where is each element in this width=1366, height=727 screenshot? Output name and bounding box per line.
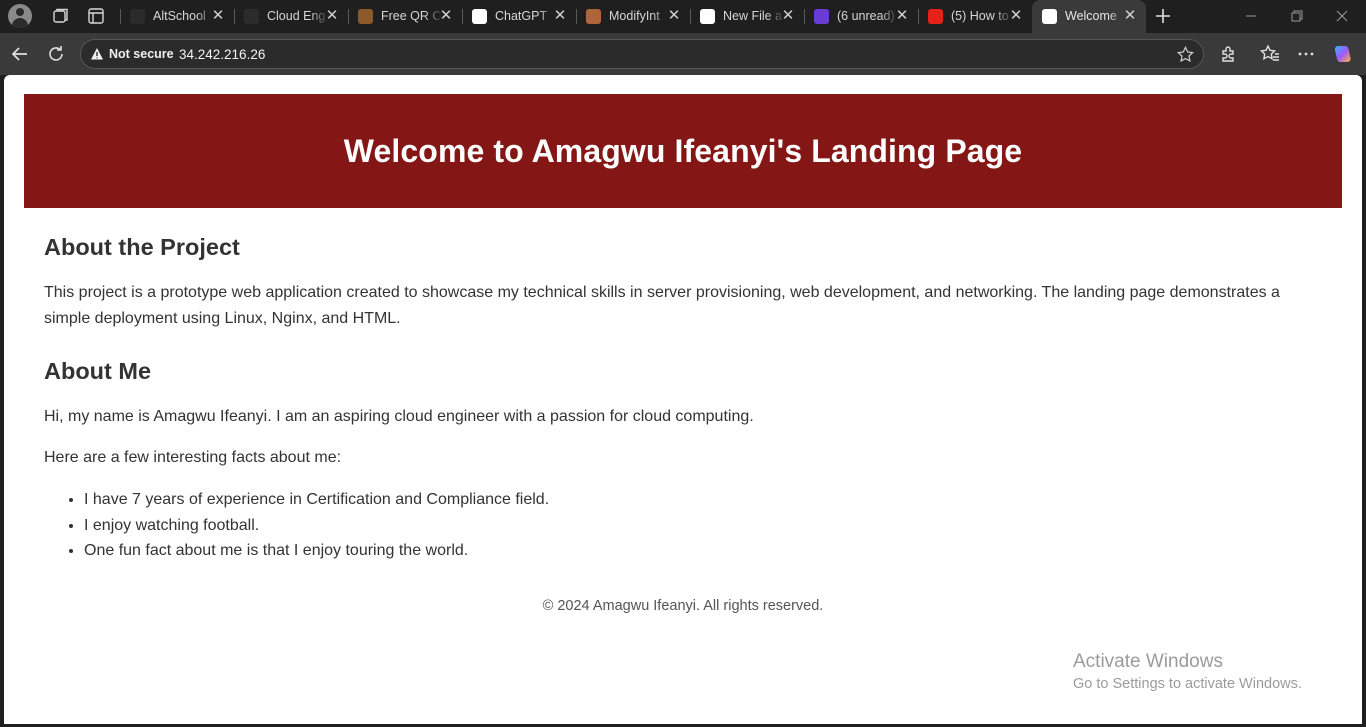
browser-tab[interactable]: Welcome ✕ [1032, 0, 1146, 33]
list-item: I enjoy watching football. [84, 513, 1322, 539]
tab-separator [918, 9, 919, 24]
browser-tab[interactable]: ChatGPT ✕ [462, 0, 576, 33]
browser-tab[interactable]: ModifyInt ✕ [576, 0, 690, 33]
tab-title: ChatGPT [495, 9, 548, 23]
favorite-star-icon[interactable] [1176, 45, 1195, 64]
tab-separator [804, 9, 805, 24]
more-menu-icon[interactable] [1295, 43, 1317, 65]
tab-close-icon[interactable]: ✕ [1008, 8, 1024, 24]
tab-title: Free QR C [381, 9, 442, 23]
workspaces-icon[interactable] [49, 5, 71, 27]
warning-triangle-icon [91, 48, 103, 60]
tab-separator [690, 9, 691, 24]
facts-list: I have 7 years of experience in Certific… [44, 487, 1322, 564]
tab-title: ModifyInt [609, 9, 660, 23]
page-viewport: Welcome to Amagwu Ifeanyi's Landing Page… [4, 75, 1362, 724]
url-text[interactable]: 34.242.216.26 [179, 47, 265, 62]
github-icon [700, 9, 715, 24]
browser-tab[interactable]: (6 unread) ✕ [804, 0, 918, 33]
tab-separator [576, 9, 577, 24]
main-content: About the Project This project is a prot… [44, 231, 1322, 564]
watermark-line-2: Go to Settings to activate Windows. [1073, 676, 1302, 692]
youtube-icon [928, 9, 943, 24]
tab-close-icon[interactable]: ✕ [1122, 8, 1138, 24]
project-heading: About the Project [44, 234, 240, 260]
tab-title: Cloud Eng [267, 9, 326, 23]
close-window-icon[interactable] [1332, 6, 1352, 26]
copilot-icon[interactable] [1332, 43, 1354, 65]
page-title: Welcome to Amagwu Ifeanyi's Landing Page [343, 132, 1023, 169]
browser-tab[interactable]: AltSchool ✕ [120, 0, 234, 33]
browser-tab[interactable]: New File a ✕ [690, 0, 804, 33]
tab-separator [462, 9, 463, 24]
tab-separator [234, 9, 235, 24]
list-item: One fun fact about me is that I enjoy to… [84, 538, 1322, 564]
qr-icon [358, 9, 373, 24]
tab-close-icon[interactable]: ✕ [552, 8, 568, 24]
navigation-bar: Not secure 34.242.216.26 [0, 33, 1366, 75]
project-description: This project is a prototype web applicat… [44, 284, 1280, 327]
altschool-icon [130, 9, 145, 24]
about-me-intro: Hi, my name is Amagwu Ifeanyi. I am an a… [44, 408, 754, 425]
tab-close-icon[interactable]: ✕ [894, 8, 910, 24]
address-bar[interactable]: Not secure 34.242.216.26 [80, 39, 1204, 69]
minimize-icon[interactable] [1241, 6, 1261, 26]
tab-close-icon[interactable]: ✕ [210, 8, 226, 24]
tab-title: Welcome [1065, 9, 1117, 23]
tab-separator [120, 9, 121, 24]
tab-close-icon[interactable]: ✕ [438, 8, 454, 24]
tab-strip: AltSchool ✕ Cloud Eng ✕ Free QR C ✕ ChatGPT ✕ Mo… [0, 0, 1366, 33]
mail-icon [814, 9, 829, 24]
list-item: I have 7 years of experience in Certific… [84, 487, 1322, 513]
vertical-tabs-icon[interactable] [85, 5, 107, 27]
refresh-icon[interactable] [45, 43, 67, 65]
browser-tab[interactable]: Cloud Eng ✕ [234, 0, 348, 33]
extensions-icon[interactable] [1218, 43, 1240, 65]
header-banner: Welcome to Amagwu Ifeanyi's Landing Page [24, 94, 1342, 208]
not-secure-label[interactable]: Not secure [109, 47, 174, 61]
windows-activation-watermark: Activate Windows Go to Settings to activ… [1073, 650, 1302, 694]
watermark-line-1: Activate Windows [1073, 651, 1223, 672]
restore-icon[interactable] [1287, 6, 1307, 26]
modify-icon [586, 9, 601, 24]
browser-tab[interactable]: Free QR C ✕ [348, 0, 462, 33]
browser-tab[interactable]: (5) How to ✕ [918, 0, 1032, 33]
chatgpt-icon [472, 9, 487, 24]
tab-close-icon[interactable]: ✕ [324, 8, 340, 24]
tab-close-icon[interactable]: ✕ [780, 8, 796, 24]
page-footer: © 2024 Amagwu Ifeanyi. All rights reserv… [542, 598, 824, 614]
profile-avatar-icon[interactable] [8, 4, 32, 28]
about-me-heading: About Me [44, 358, 152, 384]
tab-title: (6 unread) [837, 9, 895, 23]
favorites-icon[interactable] [1259, 43, 1281, 65]
facts-intro: Here are a few interesting facts about m… [44, 449, 342, 466]
tab-title: (5) How to [951, 9, 1009, 23]
cloud-eng-icon [244, 9, 259, 24]
tab-close-icon[interactable]: ✕ [666, 8, 682, 24]
tab-title: AltSchool [153, 9, 206, 23]
back-arrow-icon[interactable] [9, 43, 31, 65]
tab-title: New File a [723, 9, 783, 23]
page-icon [1042, 9, 1057, 24]
new-tab-button[interactable] [1152, 5, 1174, 27]
tab-separator [348, 9, 349, 24]
